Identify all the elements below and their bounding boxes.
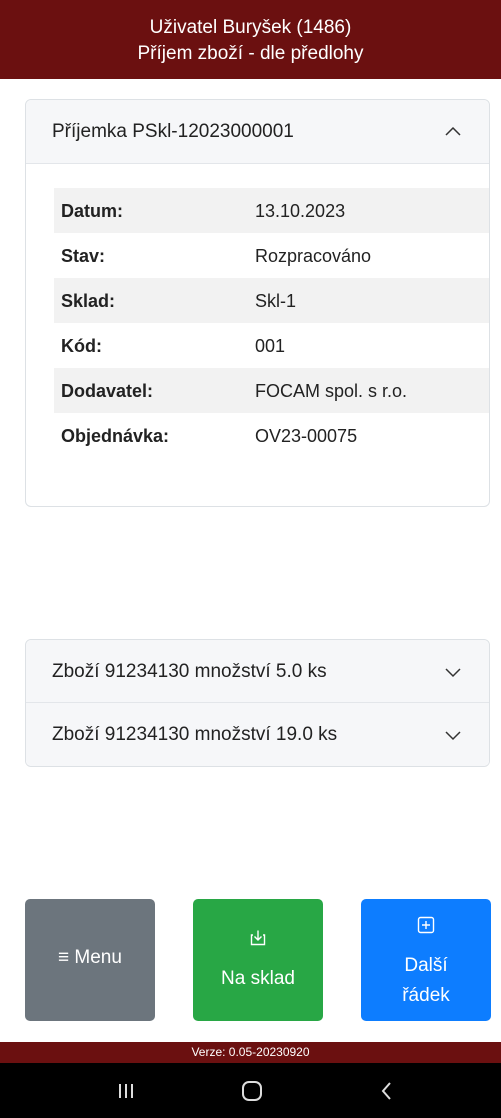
field-label: Sklad: bbox=[61, 291, 116, 311]
item-title: Zboží 91234130 množství 19.0 ks bbox=[52, 724, 338, 745]
item-accordion-header[interactable]: Zboží 91234130 množství 5.0 ks bbox=[26, 640, 489, 703]
dalsi-radek-label-line1: Další bbox=[404, 955, 448, 976]
dalsi-radek-label: Další řádek bbox=[361, 951, 491, 1011]
version-text: Verze: 0.05-20230920 bbox=[191, 1045, 310, 1059]
field-value: Skl-1 bbox=[255, 291, 297, 311]
field-value: 13.10.2023 bbox=[255, 201, 346, 221]
back-icon[interactable] bbox=[372, 1077, 402, 1105]
home-icon[interactable] bbox=[237, 1077, 267, 1105]
menu-button[interactable]: ≡ Menu bbox=[25, 899, 155, 1021]
receipt-accordion-header[interactable]: Příjemka PSkl-12023000001 bbox=[26, 100, 489, 164]
field-value: FOCAM spol. s r.o. bbox=[255, 381, 408, 401]
recent-apps-icon[interactable] bbox=[111, 1077, 141, 1105]
download-box-icon bbox=[249, 929, 267, 947]
table-row: Kód: 001 bbox=[54, 323, 489, 368]
chevron-down-icon bbox=[443, 725, 463, 745]
items-accordion: Zboží 91234130 množství 5.0 ks Zboží 912… bbox=[25, 639, 490, 767]
field-label: Dodavatel: bbox=[61, 381, 154, 401]
version-footer: Verze: 0.05-20230920 bbox=[0, 1042, 501, 1063]
app-screen: Uživatel Buryšek (1486) Příjem zboží - d… bbox=[0, 0, 501, 1118]
dalsi-radek-button[interactable]: Další řádek bbox=[361, 899, 491, 1021]
user-name: Uživatel Buryšek (1486) bbox=[149, 17, 352, 38]
field-value: 001 bbox=[255, 336, 286, 356]
receipt-details-table: Datum: 13.10.2023 Stav: Rozpracováno Skl… bbox=[54, 188, 489, 458]
menu-button-label: ≡ Menu bbox=[58, 947, 122, 968]
plus-box-icon bbox=[417, 916, 435, 934]
table-row: Stav: Rozpracováno bbox=[54, 233, 489, 278]
field-value: OV23-00075 bbox=[255, 426, 358, 446]
chevron-down-icon bbox=[443, 662, 463, 682]
table-row: Datum: 13.10.2023 bbox=[54, 188, 489, 233]
field-label: Stav: bbox=[61, 246, 106, 266]
table-row: Objednávka: OV23-00075 bbox=[54, 413, 489, 458]
item-accordion-header[interactable]: Zboží 91234130 množství 19.0 ks bbox=[26, 703, 489, 766]
system-navigation-bar bbox=[0, 1063, 501, 1118]
na-sklad-button[interactable]: Na sklad bbox=[193, 899, 323, 1021]
table-row: Sklad: Skl-1 bbox=[54, 278, 489, 323]
field-label: Kód: bbox=[61, 336, 102, 356]
dalsi-radek-label-line2: řádek bbox=[402, 985, 450, 1006]
table-row: Dodavatel: FOCAM spol. s r.o. bbox=[54, 368, 489, 413]
field-value: Rozpracováno bbox=[255, 246, 372, 266]
item-title: Zboží 91234130 množství 5.0 ks bbox=[52, 661, 327, 682]
field-label: Objednávka: bbox=[61, 426, 170, 446]
receipt-accordion: Příjemka PSkl-12023000001 Datum: 13.10.2… bbox=[25, 99, 490, 507]
chevron-up-icon bbox=[443, 122, 463, 142]
field-label: Datum: bbox=[61, 201, 123, 221]
app-header: Uživatel Buryšek (1486) Příjem zboží - d… bbox=[0, 0, 501, 79]
receipt-title: Příjemka PSkl-12023000001 bbox=[52, 121, 294, 142]
na-sklad-label: Na sklad bbox=[221, 968, 295, 989]
screen-title: Příjem zboží - dle předlohy bbox=[137, 43, 364, 64]
